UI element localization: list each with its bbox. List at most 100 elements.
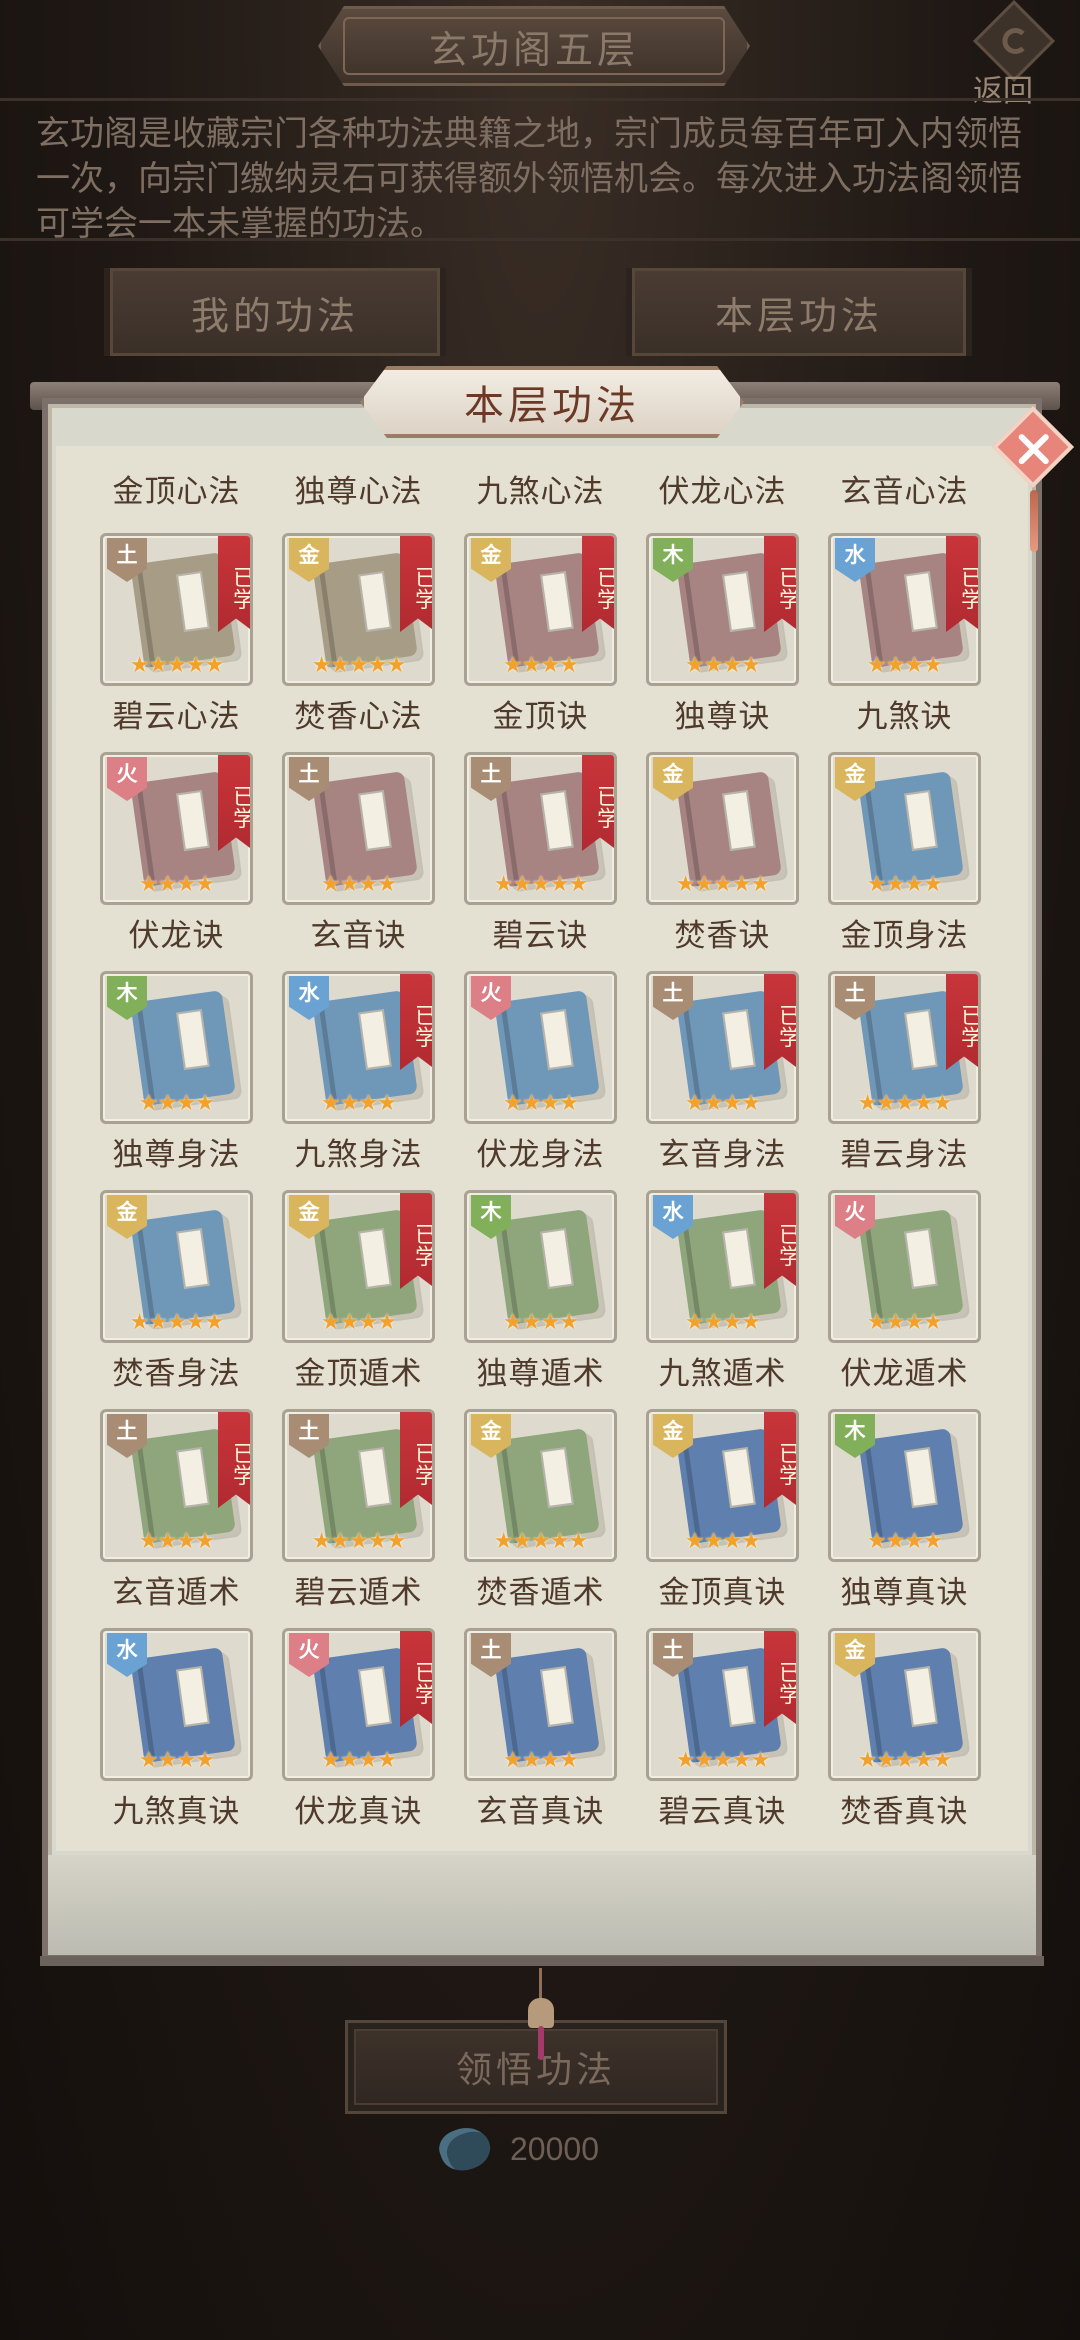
book-icon	[130, 1647, 236, 1763]
skill-slot[interactable]: 火已学 ★★★★	[282, 1628, 435, 1781]
skill-item[interactable]: 木 ★★★★ 独尊身法	[100, 971, 253, 1190]
book-icon	[858, 771, 964, 887]
skill-item[interactable]: 土 ★★★★ 玄音诀	[282, 752, 435, 971]
skill-slot[interactable]: 金 ★★★★★	[828, 1628, 981, 1781]
skill-name: 碧云诀	[492, 918, 589, 954]
star-rating: ★★★★	[503, 653, 579, 678]
skill-item[interactable]: 木 ★★★★ 独尊真诀	[828, 1409, 981, 1628]
skill-item[interactable]: 金已学 ★★★★ 金顶真诀	[646, 1409, 799, 1628]
skill-item[interactable]: 水已学 ★★★★ 九煞遁术	[646, 1190, 799, 1409]
skill-slot[interactable]: 金 ★★★★★	[646, 752, 799, 905]
page-title: 玄功阁五层	[428, 27, 639, 72]
book-icon	[494, 990, 600, 1106]
divider	[0, 98, 1080, 101]
star-rating: ★★★★	[685, 1310, 761, 1335]
book-icon	[494, 1647, 600, 1763]
skill-slot[interactable]: 金已学 ★★★★★	[282, 533, 435, 686]
book-icon	[858, 1647, 964, 1763]
skill-slot[interactable]: 金 ★★★★★	[100, 1190, 253, 1343]
skill-name: 伏龙心法	[658, 474, 787, 510]
skill-item[interactable]: 火已学 ★★★★ 伏龙诀	[100, 752, 253, 971]
skill-slot[interactable]: 土已学 ★★★★★	[100, 533, 253, 686]
skill-slot[interactable]: 土已学 ★★★★	[646, 971, 799, 1124]
skill-slot[interactable]: 水 ★★★★	[100, 1628, 253, 1781]
skill-slot[interactable]: 土已学 ★★★★★	[282, 1409, 435, 1562]
book-label-icon	[904, 1666, 938, 1728]
book-label-icon	[904, 1228, 938, 1290]
learned-ribbon: 已学	[400, 536, 432, 632]
skill-slot[interactable]: 金已学 ★★★★	[282, 1190, 435, 1343]
skill-slot[interactable]: 木 ★★★★	[100, 971, 253, 1124]
learned-ribbon: 已学	[582, 755, 614, 851]
skill-item[interactable]: 土已学 ★★★★★ 碧云身法	[828, 971, 981, 1190]
skill-item[interactable]: 金已学 ★★★★ 金顶诀	[464, 533, 617, 752]
skill-item[interactable]: 金 ★★★★★ 焚香身法	[100, 1190, 253, 1409]
skill-item[interactable]: 金 ★★★★★ 焚香诀	[646, 752, 799, 971]
skill-item[interactable]: 木已学 ★★★★ 独尊诀	[646, 533, 799, 752]
learned-ribbon: 已学	[400, 1631, 432, 1727]
star-rating: ★★★★	[139, 1529, 215, 1554]
skill-slot[interactable]: 土 ★★★★	[282, 752, 435, 905]
star-rating: ★★★★	[867, 872, 943, 897]
skill-name: 焚香遁术	[476, 1575, 605, 1611]
skill-item[interactable]: 木 ★★★★ 独尊遁术	[464, 1190, 617, 1409]
star-rating: ★★★★★	[675, 1748, 771, 1773]
skill-slot[interactable]: 土已学 ★★★★★	[828, 971, 981, 1124]
book-label-icon	[176, 1009, 210, 1071]
scroll-bottom-rail	[40, 1956, 1044, 1966]
skill-slot[interactable]: 水已学 ★★★★	[282, 971, 435, 1124]
skill-slot[interactable]: 土 ★★★★	[464, 1628, 617, 1781]
skill-item[interactable]: 金 ★★★★ 金顶身法	[828, 752, 981, 971]
skill-name: 金顶真诀	[658, 1575, 787, 1611]
skill-slot[interactable]: 木 ★★★★	[464, 1190, 617, 1343]
close-button[interactable]	[991, 405, 1076, 562]
book-icon	[494, 1209, 600, 1325]
skill-item[interactable]: 土已学 ★★★★★ 碧云遁术	[282, 1409, 435, 1628]
star-rating: ★★★★	[503, 1310, 579, 1335]
skill-item[interactable]: 火 ★★★★ 伏龙身法	[464, 971, 617, 1190]
tab-floor-skills[interactable]: 本层功法	[626, 268, 972, 356]
skill-slot[interactable]: 水已学 ★★★★	[646, 1190, 799, 1343]
back-button[interactable]: 返回	[955, 0, 1073, 109]
skill-slot[interactable]: 金已学 ★★★★	[646, 1409, 799, 1562]
skill-name: 九煞诀	[856, 699, 953, 735]
book-label-icon	[722, 1009, 756, 1071]
skill-slot[interactable]: 火 ★★★★	[828, 1190, 981, 1343]
skill-slot[interactable]: 火 ★★★★	[464, 971, 617, 1124]
skill-slot[interactable]: 木 ★★★★	[828, 1409, 981, 1562]
skill-slot[interactable]: 金已学 ★★★★	[464, 533, 617, 686]
book-icon	[130, 1209, 236, 1325]
skill-slot[interactable]: 金 ★★★★	[828, 752, 981, 905]
star-rating: ★★★★	[139, 1091, 215, 1116]
skill-slot[interactable]: 火已学 ★★★★	[100, 752, 253, 905]
skill-slot[interactable]: 土已学 ★★★★★	[646, 1628, 799, 1781]
tab-my-skills[interactable]: 我的功法	[104, 268, 446, 356]
skill-item[interactable]: 水 ★★★★ 九煞真诀	[100, 1628, 253, 1847]
skill-item[interactable]: 土已学 ★★★★ 玄音身法	[646, 971, 799, 1190]
skill-item[interactable]: 土已学 ★★★★★ 碧云诀	[464, 752, 617, 971]
skill-item[interactable]: 火 ★★★★ 伏龙遁术	[828, 1190, 981, 1409]
star-rating: ★★★★★	[675, 872, 771, 897]
skill-item[interactable]: 土已学 ★★★★★ 碧云真诀	[646, 1628, 799, 1847]
book-label-icon	[540, 1228, 574, 1290]
skill-slot[interactable]: 水已学 ★★★★	[828, 533, 981, 686]
skill-item[interactable]: 土已学 ★★★★ 玄音遁术	[100, 1409, 253, 1628]
skill-slot[interactable]: 土已学 ★★★★	[100, 1409, 253, 1562]
skill-slot[interactable]: 金 ★★★★★	[464, 1409, 617, 1562]
star-rating: ★★★★★	[493, 872, 589, 897]
skill-slot[interactable]: 土已学 ★★★★★	[464, 752, 617, 905]
skill-item[interactable]: 火已学 ★★★★ 伏龙真诀	[282, 1628, 435, 1847]
skill-item[interactable]: 金已学 ★★★★ 金顶遁术	[282, 1190, 435, 1409]
comprehend-button[interactable]: 领悟功法	[345, 2020, 727, 2114]
skill-item[interactable]: 土 ★★★★ 玄音真诀	[464, 1628, 617, 1847]
skill-name: 伏龙身法	[476, 1137, 605, 1173]
skill-item[interactable]: 金 ★★★★★ 焚香真诀	[828, 1628, 981, 1847]
book-label-icon	[904, 1447, 938, 1509]
title-plate: 玄功阁五层	[318, 6, 750, 86]
skill-item[interactable]: 金已学 ★★★★★ 焚香心法	[282, 533, 435, 752]
skill-item[interactable]: 土已学 ★★★★★ 碧云心法	[100, 533, 253, 752]
skill-slot[interactable]: 木已学 ★★★★	[646, 533, 799, 686]
skill-item[interactable]: 金 ★★★★★ 焚香遁术	[464, 1409, 617, 1628]
skill-item[interactable]: 水已学 ★★★★ 九煞身法	[282, 971, 435, 1190]
skill-item[interactable]: 水已学 ★★★★ 九煞诀	[828, 533, 981, 752]
